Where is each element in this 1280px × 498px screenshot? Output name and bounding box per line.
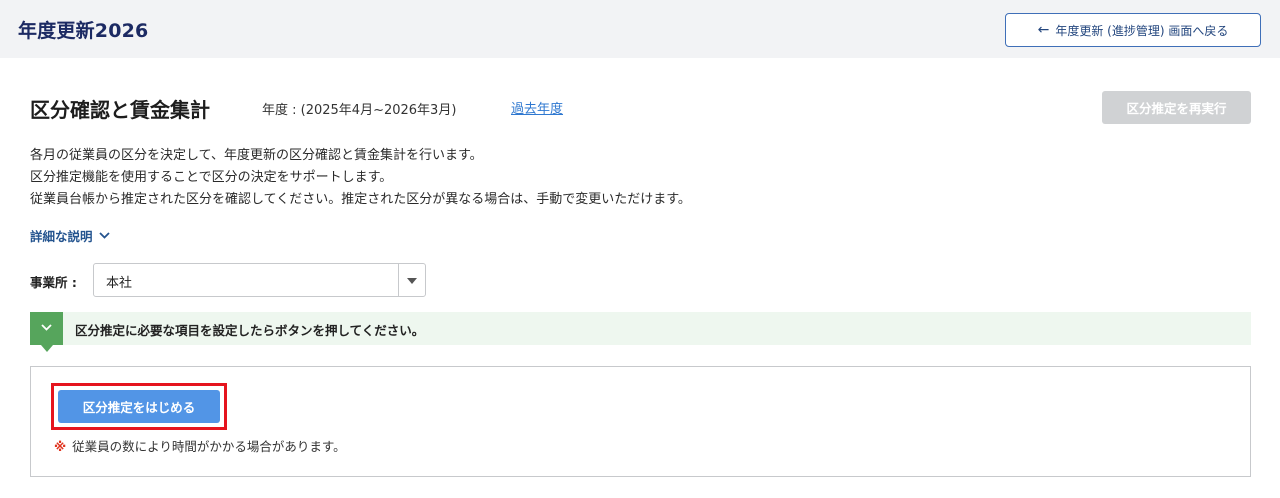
detail-link-label: 詳細な説明 <box>30 229 93 244</box>
back-button-label: 年度更新 (進捗管理) 画面へ戻る <box>1055 23 1229 38</box>
chevron-down-icon <box>41 324 52 331</box>
select-divider <box>398 264 399 296</box>
description-line: 従業員台帳から推定された区分を確認してください。推定された区分が異なる場合は、手… <box>30 192 691 207</box>
start-estimation-button[interactable]: 区分推定をはじめる <box>58 390 220 423</box>
app-title: 年度更新2026 <box>18 20 149 42</box>
office-label: 事業所 : <box>30 275 77 290</box>
note-text: 従業員の数により時間がかかる場合があります。 <box>72 439 346 454</box>
back-to-progress-button[interactable]: ← 年度更新 (進捗管理) 画面へ戻る <box>1005 13 1261 47</box>
office-select[interactable]: 本社 <box>93 263 426 297</box>
note-mark: ※ <box>54 439 67 454</box>
detail-explanation-toggle[interactable]: 詳細な説明 <box>30 226 110 245</box>
notice-flag[interactable] <box>30 312 63 352</box>
description-line: 区分推定機能を使用することで区分の決定をサポートします。 <box>30 170 393 185</box>
rerun-estimation-button[interactable]: 区分推定を再実行 <box>1102 91 1251 124</box>
app-header: 年度更新2026 ← 年度更新 (進捗管理) 画面へ戻る <box>0 0 1280 58</box>
page-description: 各月の従業員の区分を決定して、年度更新の区分確認と賃金集計を行います。 区分推定… <box>30 145 691 211</box>
chevron-down-icon <box>98 232 110 239</box>
caret-down-icon <box>407 278 417 284</box>
page-title: 区分確認と賃金集計 <box>30 98 210 122</box>
arrow-left-icon: ← <box>1037 22 1050 38</box>
estimation-panel: 区分推定をはじめる ※ 従業員の数により時間がかかる場合があります。 <box>30 366 1251 477</box>
office-selected-value: 本社 <box>106 276 133 291</box>
past-year-link[interactable]: 過去年度 <box>511 98 563 117</box>
duration-note: ※ 従業員の数により時間がかかる場合があります。 <box>54 436 346 455</box>
fiscal-year-label: 年度 : (2025年4月~2026年3月) <box>262 103 457 118</box>
notice-text: 区分推定に必要な項目を設定したらボタンを押してください。 <box>75 323 425 338</box>
description-line: 各月の従業員の区分を決定して、年度更新の区分確認と賃金集計を行います。 <box>30 148 483 163</box>
notice-banner: 区分推定に必要な項目を設定したらボタンを押してください。 <box>30 312 1251 352</box>
start-button-highlight: 区分推定をはじめる <box>51 383 227 430</box>
